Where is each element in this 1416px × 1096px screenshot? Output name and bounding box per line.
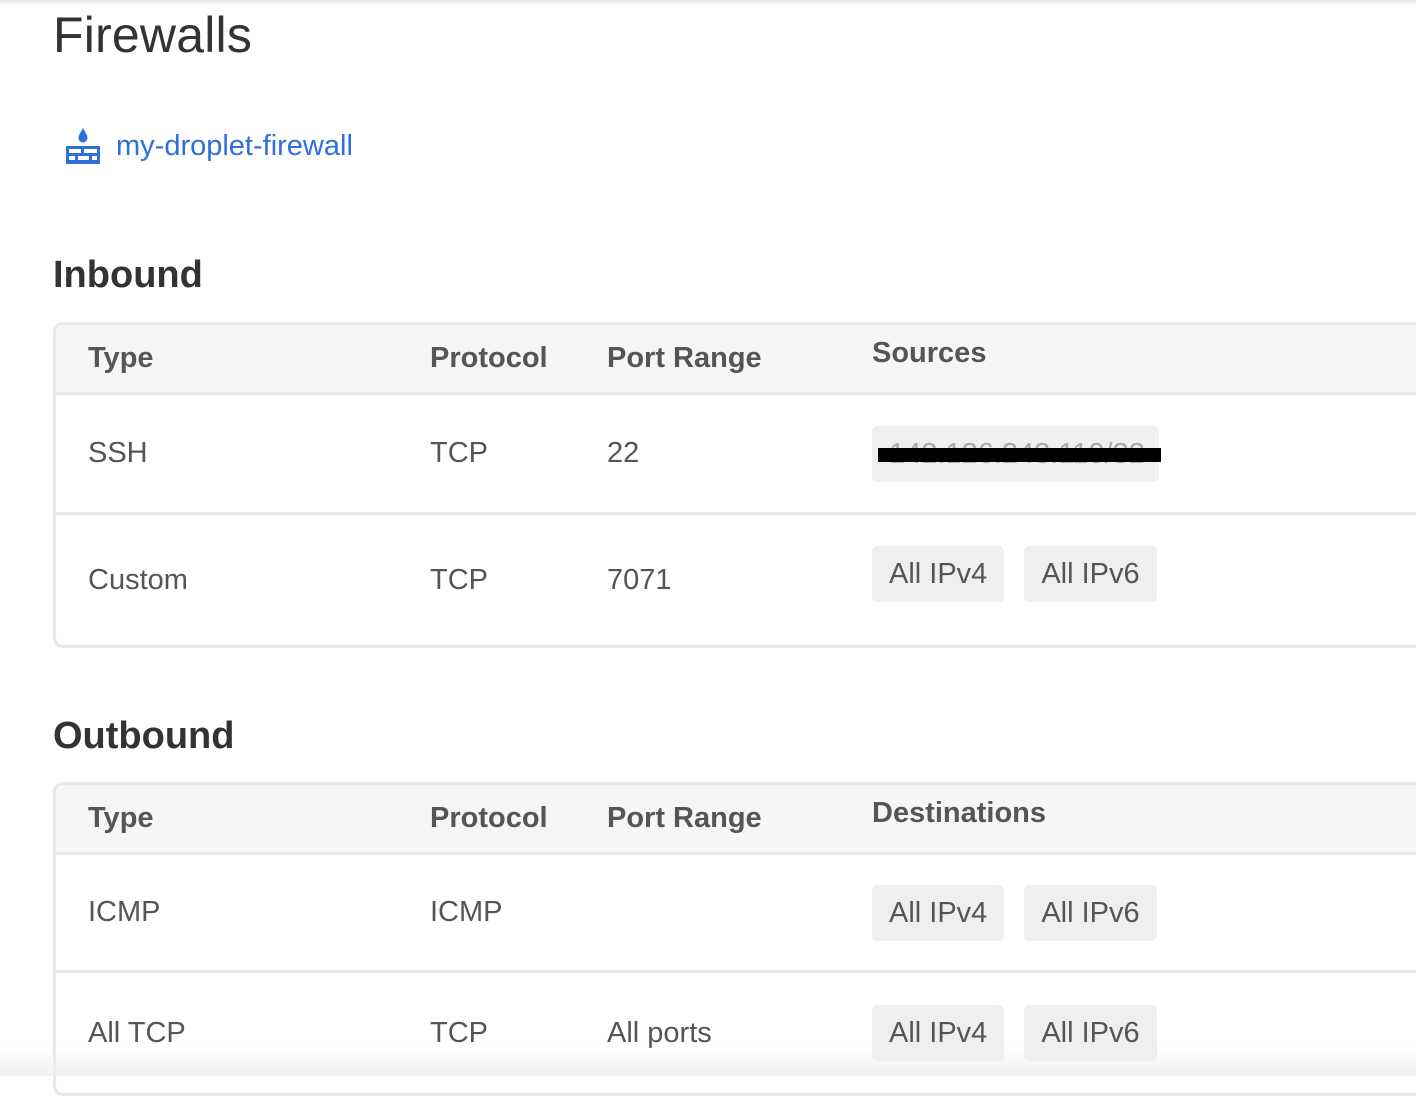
source-tag-ipv4[interactable]: All IPv4	[872, 546, 1005, 602]
destination-tag-ipv6[interactable]: All IPv6	[1024, 884, 1157, 941]
col-header-protocol: Protocol	[430, 802, 548, 834]
rule-type: SSH	[88, 437, 148, 469]
col-header-type: Type	[88, 342, 154, 374]
rule-type: ICMP	[88, 896, 161, 928]
table-row[interactable]: Custom TCP 7071 All IPv4 All IPv6	[56, 515, 1416, 645]
firewall-icon	[64, 126, 102, 166]
col-header-type: Type	[88, 802, 154, 834]
col-header-port-range: Port Range	[607, 342, 762, 374]
source-tag-redacted[interactable]: 142.126.243.110/32	[872, 425, 1161, 482]
inbound-header-row: Type Protocol Port Range Sources	[56, 325, 1416, 395]
rule-protocol: ICMP	[430, 896, 503, 928]
col-header-sources: Sources	[872, 337, 987, 369]
firewall-link[interactable]: my-droplet-firewall	[64, 124, 353, 168]
page-title: Firewalls	[53, 7, 253, 63]
redaction-bar	[878, 447, 1161, 462]
bottom-fade	[0, 1046, 1416, 1076]
rule-protocol: TCP	[430, 437, 488, 469]
rule-type: Custom	[88, 563, 188, 596]
col-header-destinations: Destinations	[872, 797, 1047, 829]
inbound-title: Inbound	[53, 254, 203, 296]
rule-destinations: All IPv4 All IPv6	[872, 884, 1157, 941]
rule-sources: 142.126.243.110/32	[872, 425, 1161, 482]
rule-protocol: TCP	[430, 1016, 488, 1049]
rule-port-range: All ports	[607, 1016, 712, 1049]
outbound-header-row: Type Protocol Port Range Destinations	[56, 785, 1416, 855]
table-row[interactable]: ICMP ICMP All IPv4 All IPv6	[56, 855, 1416, 973]
rule-port-range: 22	[607, 437, 640, 469]
rule-sources: All IPv4 All IPv6	[872, 546, 1157, 602]
col-header-protocol: Protocol	[430, 342, 548, 374]
outbound-title: Outbound	[53, 715, 235, 757]
firewall-name: my-droplet-firewall	[116, 129, 353, 162]
rule-type: All TCP	[88, 1016, 186, 1049]
destination-tag-ipv4[interactable]: All IPv4	[872, 884, 1005, 941]
inbound-rules-table: Type Protocol Port Range Sources SSH TCP…	[53, 322, 1416, 648]
source-tag-ipv6[interactable]: All IPv6	[1024, 546, 1157, 602]
rule-protocol: TCP	[430, 563, 488, 596]
table-row[interactable]: SSH TCP 22 142.126.243.110/32	[56, 395, 1416, 515]
col-header-port-range: Port Range	[607, 802, 762, 834]
rule-port-range: 7071	[607, 563, 672, 596]
